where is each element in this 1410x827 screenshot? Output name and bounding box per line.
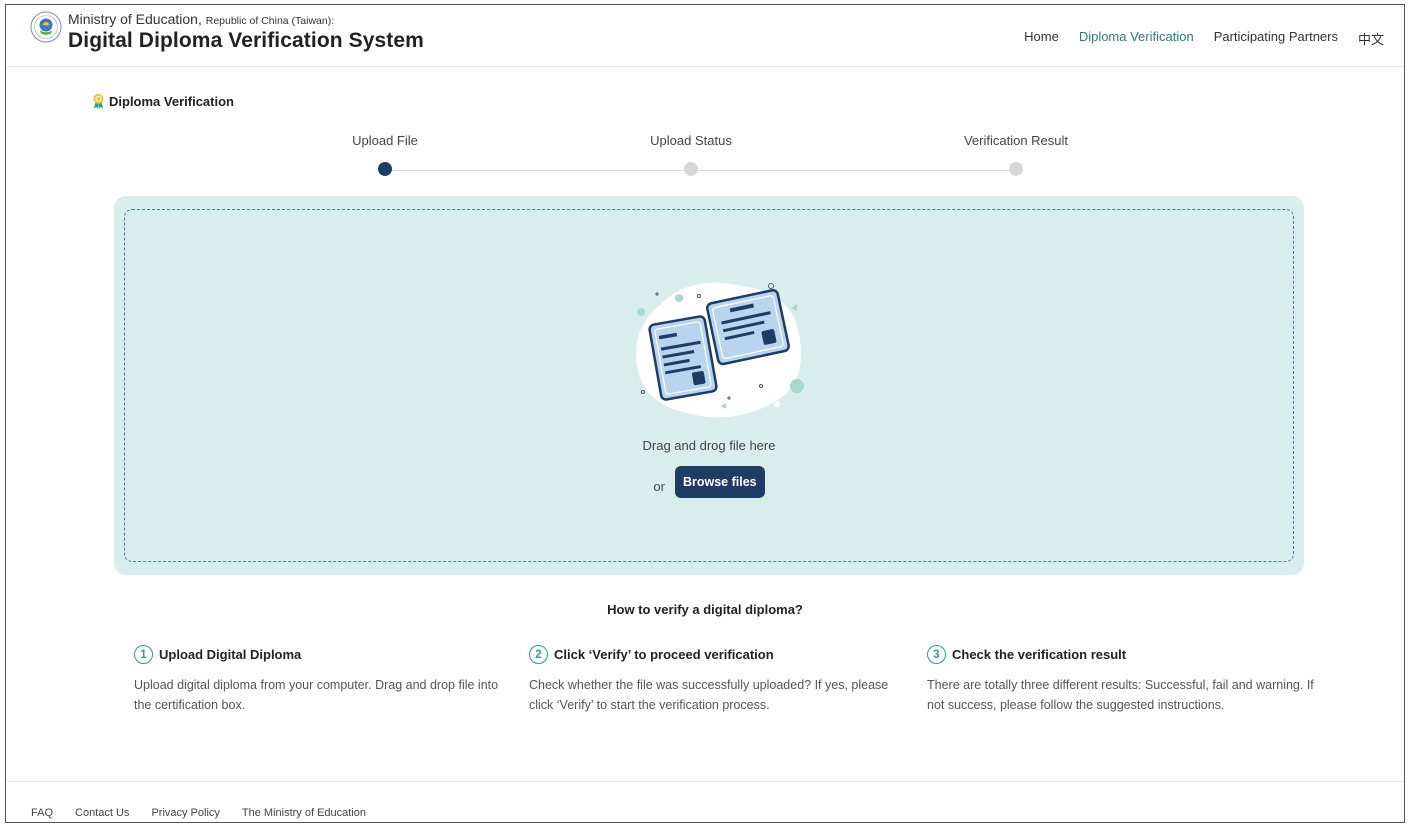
- footer-link-contact[interactable]: Contact Us: [75, 807, 129, 819]
- footer: FAQ Contact Us Privacy Policy The Minist…: [31, 807, 366, 819]
- ministry-suffix: Republic of China (Taiwan):: [205, 15, 335, 27]
- howto-step-title: Check the verification result: [952, 647, 1127, 662]
- howto-step-desc: Upload digital diploma from your compute…: [134, 678, 499, 712]
- footer-link-faq[interactable]: FAQ: [31, 807, 53, 819]
- or-label: or: [653, 478, 665, 494]
- nav-diploma-verification[interactable]: Diploma Verification: [1079, 29, 1194, 48]
- step-dot-active: [378, 162, 392, 176]
- award-ribbon-icon: [93, 93, 104, 109]
- footer-link-privacy[interactable]: Privacy Policy: [151, 807, 219, 819]
- ministry-logo-icon: [30, 11, 62, 43]
- howto-step-title: Upload Digital Diploma: [159, 647, 302, 662]
- howto-heading: How to verify a digital diploma?: [607, 602, 803, 617]
- nav-language-toggle[interactable]: 中文: [1358, 29, 1384, 48]
- page-title-text: Diploma Verification: [109, 93, 234, 109]
- nav-home[interactable]: Home: [1024, 29, 1059, 48]
- ministry-label: Ministry of Education,: [68, 11, 202, 27]
- nav-participating-partners[interactable]: Participating Partners: [1214, 29, 1338, 48]
- howto-step-header: 3 Check the verification result: [927, 645, 1317, 664]
- browse-files-button[interactable]: Browse files: [674, 466, 765, 498]
- page-title: Diploma Verification: [92, 93, 234, 109]
- howto-step-title: Click ‘Verify’ to proceed verification: [554, 647, 774, 662]
- footer-divider: [6, 781, 1404, 782]
- top-nav: Home Diploma Verification Participating …: [1024, 29, 1384, 48]
- step-dot: [1009, 162, 1023, 176]
- howto-step-desc: There are totally three different result…: [927, 678, 1314, 712]
- howto-step-1: 1 Upload Digital Diploma Upload digital …: [134, 645, 504, 715]
- step-dot: [684, 162, 698, 176]
- step-number-badge: 1: [134, 645, 153, 664]
- browse-row: or Browse files: [125, 466, 1293, 498]
- step-number-badge: 2: [529, 645, 548, 664]
- progress-stepper: Upload File Upload Status Verification R…: [6, 133, 1404, 183]
- step-label: Upload File: [352, 133, 418, 148]
- diploma-documents-illustration-icon: [636, 282, 804, 418]
- dropzone-border[interactable]: Drag and drog file here or Browse files: [124, 209, 1294, 562]
- step-number-badge: 3: [927, 645, 946, 664]
- howto-step-header: 2 Click ‘Verify’ to proceed verification: [529, 645, 899, 664]
- step-upload-status: Upload Status: [591, 133, 791, 176]
- step-label: Verification Result: [963, 133, 1069, 148]
- footer-link-ministry[interactable]: The Ministry of Education: [242, 807, 366, 819]
- howto-step-header: 1 Upload Digital Diploma: [134, 645, 504, 664]
- upload-dropzone[interactable]: Drag and drog file here or Browse files: [114, 196, 1304, 575]
- header: Ministry of Education, Republic of China…: [6, 5, 1404, 67]
- drag-drop-text: Drag and drog file here: [642, 438, 776, 453]
- system-title: Digital Diploma Verification System: [68, 29, 424, 52]
- howto-step-desc: Check whether the file was successfully …: [529, 678, 889, 712]
- howto-step-2: 2 Click ‘Verify’ to proceed verification…: [529, 645, 899, 715]
- step-label: Upload Status: [650, 133, 732, 148]
- howto-step-3: 3 Check the verification result There ar…: [927, 645, 1317, 715]
- page-frame: Ministry of Education, Republic of China…: [5, 4, 1405, 823]
- ministry-name: Ministry of Education, Republic of China…: [68, 11, 334, 27]
- step-upload-file: Upload File: [285, 133, 485, 176]
- step-verification-result: Verification Result: [916, 133, 1116, 176]
